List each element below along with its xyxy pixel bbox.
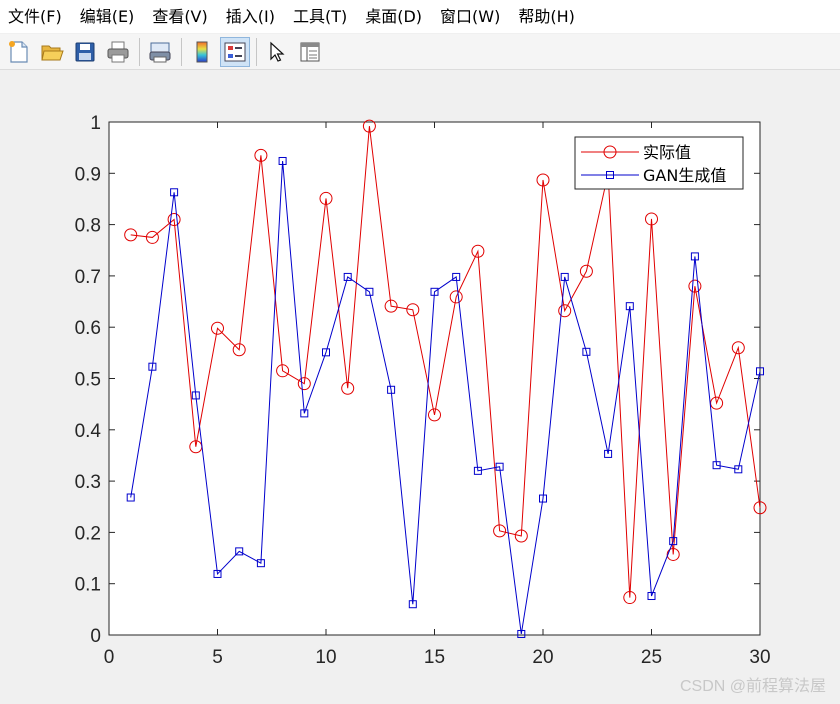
toolbar	[0, 34, 840, 70]
menu-help[interactable]: 帮助(H)	[509, 0, 584, 33]
edit-plot-button[interactable]	[262, 37, 292, 67]
menu-desktop[interactable]: 桌面(D)	[356, 0, 431, 33]
x-tick-label: 0	[104, 647, 115, 668]
toolbar-separator	[256, 37, 257, 66]
figure-canvas: 0 5 10 15 20 25 30 0 0.1 0.2 0.3 0.4 0.5 0.6 0.7 0.8 0.9…	[0, 71, 840, 704]
y-tick-label: 0	[90, 626, 101, 647]
y-tick-label: 0.6	[75, 318, 101, 339]
save-button[interactable]	[70, 37, 100, 67]
new-figure-button[interactable]	[4, 37, 34, 67]
y-tick-label: 1	[90, 113, 101, 134]
x-tick-label: 15	[424, 647, 445, 668]
menu-file[interactable]: 文件(F)	[0, 0, 71, 33]
menu-insert[interactable]: 插入(I)	[217, 0, 284, 33]
print-button[interactable]	[103, 37, 133, 67]
colorbar-icon	[196, 41, 208, 62]
plot-area	[108, 121, 761, 636]
y-tick-label: 0.8	[75, 216, 101, 237]
menu-view[interactable]: 查看(V)	[143, 0, 216, 33]
save-icon	[75, 42, 95, 61]
legend: 实际值 GAN生成值	[574, 136, 744, 190]
property-inspector-icon	[300, 42, 320, 61]
y-tick-label: 0.9	[75, 164, 101, 185]
menu-window[interactable]: 窗口(W)	[431, 0, 509, 33]
toolbar-separator	[181, 37, 182, 66]
toolbar-separator	[139, 37, 140, 66]
pointer-arrow-icon	[270, 41, 285, 62]
property-inspector-button[interactable]	[295, 37, 325, 67]
x-tick-label: 25	[641, 647, 662, 668]
y-tick-label: 0.5	[75, 370, 101, 391]
y-tick-label: 0.7	[75, 267, 101, 288]
new-figure-icon	[9, 40, 28, 63]
legend-label: 实际值	[643, 143, 691, 162]
legend-label: GAN生成值	[643, 166, 726, 185]
menu-tools[interactable]: 工具(T)	[284, 0, 356, 33]
menu-edit[interactable]: 编辑(E)	[71, 0, 144, 33]
y-tick-label: 0.3	[75, 472, 101, 493]
line-chart: 0 5 10 15 20 25 30 0 0.1 0.2 0.3 0.4 0.5 0.6 0.7 0.8 0.9…	[75, 113, 771, 668]
x-tick-label: 30	[749, 647, 770, 668]
watermark: CSDN @前程算法屋	[679, 678, 826, 695]
legend-icon	[224, 42, 246, 61]
colorbar-button[interactable]	[187, 37, 217, 67]
open-file-button[interactable]	[37, 37, 67, 67]
print-icon	[107, 41, 129, 62]
x-tick-label: 20	[532, 647, 553, 668]
y-tick-label: 0.2	[75, 523, 101, 544]
open-folder-icon	[41, 45, 64, 60]
legend-button[interactable]	[220, 36, 250, 67]
y-tick-label: 0.1	[75, 575, 101, 596]
print-preview-button[interactable]	[145, 37, 175, 67]
menu-bar: 文件(F) 编辑(E) 查看(V) 插入(I) 工具(T) 桌面(D) 窗口(W…	[0, 0, 840, 33]
x-tick-label: 5	[212, 647, 223, 668]
print-preview-icon	[149, 42, 171, 62]
y-tick-label: 0.4	[75, 421, 102, 442]
x-tick-label: 10	[315, 647, 336, 668]
